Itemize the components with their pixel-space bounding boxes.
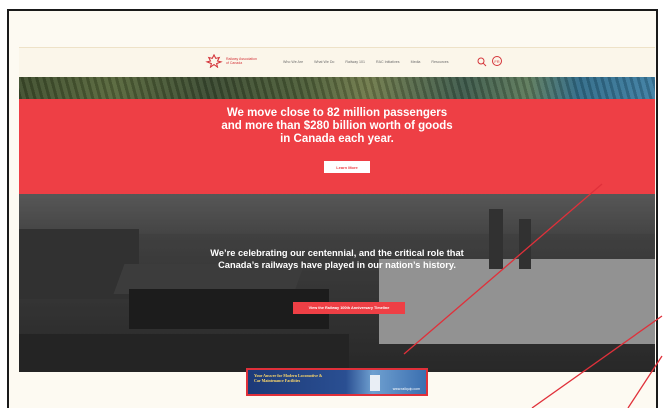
main-nav: Who We Are What We Do Railway 101 RAC In… — [283, 60, 449, 64]
timeline-button[interactable]: View the Railway 100th Anniversary Timel… — [293, 302, 405, 314]
logo-line-2: of Canada — [226, 61, 243, 65]
learn-more-button[interactable]: Learn More — [324, 161, 370, 173]
stats-headline: We move close to 82 million passengers a… — [221, 107, 453, 145]
nav-item-rac-initiatives[interactable]: RAC Initiatives — [376, 60, 400, 64]
nav-item-resources[interactable]: Resources — [431, 60, 448, 64]
search-icon[interactable] — [477, 57, 487, 67]
browser-frame: Railway Association of Canada Who We Are… — [7, 9, 658, 408]
photo-texture — [19, 77, 655, 99]
language-toggle[interactable]: FR — [492, 56, 502, 66]
maple-leaf-logo-icon — [205, 54, 223, 68]
centennial-text: We’re celebrating our centennial, and th… — [210, 248, 464, 270]
ad-logo-icon — [370, 375, 380, 391]
site-logo[interactable]: Railway Association of Canada — [205, 54, 257, 68]
ad-headline: Your Answer for Modern Locomotive & Car … — [254, 373, 364, 383]
centennial-section: We’re celebrating our centennial, and th… — [19, 194, 655, 372]
nav-item-media[interactable]: Media — [411, 60, 421, 64]
nav-item-who-we-are[interactable]: Who We Are — [283, 60, 303, 64]
site-header: Railway Association of Canada Who We Are… — [19, 47, 655, 78]
logo-text: Railway Association of Canada — [226, 57, 257, 65]
photo-overlay — [19, 194, 655, 372]
nav-item-what-we-do[interactable]: What We Do — [314, 60, 334, 64]
hero-photo-strip — [19, 77, 655, 99]
stats-banner: We move close to 82 million passengers a… — [19, 99, 655, 194]
ad-line-2: Car Maintenance Facilities — [254, 378, 301, 383]
nav-item-railway-101[interactable]: Railway 101 — [345, 60, 365, 64]
advertisement-banner[interactable]: Your Answer for Modern Locomotive & Car … — [246, 368, 428, 396]
ad-url: www.railquip.com — [392, 387, 420, 391]
